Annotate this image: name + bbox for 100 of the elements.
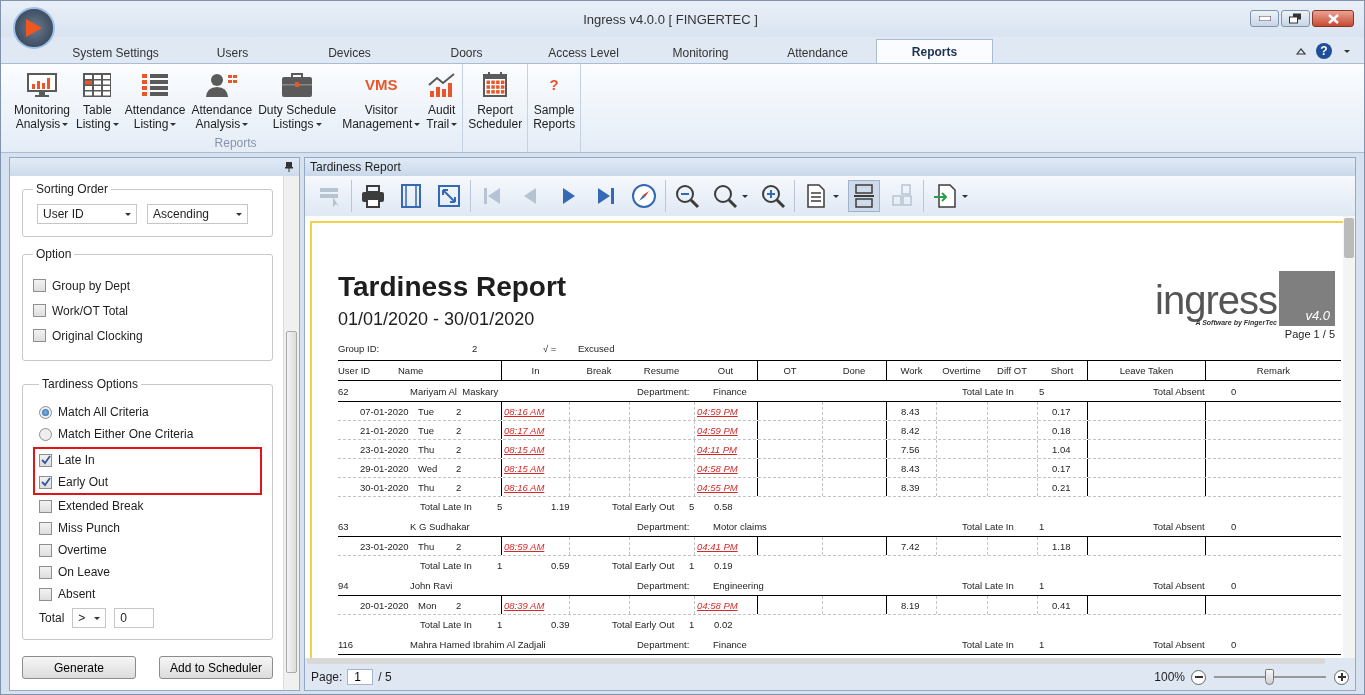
group-cell-text: 2 <box>455 539 463 554</box>
report-title: Tardiness Report <box>338 271 567 303</box>
total-late-value: 1 <box>1039 520 1046 532</box>
ribbon-tab[interactable]: Users <box>174 41 291 63</box>
clock-out-time: 04:59 PM <box>697 424 738 436</box>
checkbox[interactable] <box>33 279 46 292</box>
monitor-chart-icon <box>26 72 58 98</box>
sort-field-dropdown[interactable]: User ID <box>37 204 137 224</box>
zoom-out-icon <box>674 183 700 209</box>
radio-button[interactable] <box>39 427 52 441</box>
total-absent-label: Total Absent <box>1153 638 1206 650</box>
page-label: Page: <box>311 670 343 684</box>
checkbox[interactable] <box>39 543 52 557</box>
pin-icon[interactable] <box>285 162 293 172</box>
column-header: Done <box>841 364 867 378</box>
caret-icon[interactable] <box>1344 49 1350 53</box>
toolbar-button[interactable] <box>848 180 880 212</box>
operator-dropdown[interactable]: > <box>72 608 107 628</box>
late-count: 5 <box>497 501 504 512</box>
total-absent-label: Total Absent <box>1153 385 1206 397</box>
page-number-field[interactable]: 1 <box>347 669 374 685</box>
ribbon-button[interactable]: VMS Visitor Management <box>339 64 424 136</box>
ribbon-tab[interactable]: Doors <box>408 41 525 63</box>
collapse-ribbon-icon[interactable] <box>1296 47 1306 55</box>
early-hours: 0.19 <box>714 560 734 571</box>
logo-icon: VMS <box>364 78 398 92</box>
ribbon-tab[interactable]: System Settings <box>57 41 174 63</box>
date-cell-text: 07-01-2020 <box>359 404 410 419</box>
user-id: 116 <box>338 638 355 650</box>
late-hours: 1.19 <box>551 501 571 512</box>
ribbon-button[interactable]: Monitoring Analysis <box>11 64 74 136</box>
horizontal-scrollbar[interactable] <box>307 658 1325 664</box>
sort-direction-dropdown[interactable]: Ascending <box>147 204 248 224</box>
slider-thumb[interactable] <box>1265 669 1274 685</box>
scrollbar[interactable] <box>283 176 299 690</box>
late-count: 1 <box>497 560 504 571</box>
clock-out-time: 04:55 PM <box>697 481 738 493</box>
minus-icon <box>1194 676 1203 678</box>
section-title: Tardiness Options <box>41 377 140 391</box>
clock-in-time: 08:39 AM <box>504 599 545 611</box>
employee-name: Mahra Hamed Ibrahim Al Zadjali <box>410 638 547 650</box>
logo-icon: ? <box>549 78 559 92</box>
department-name: Motor claims <box>713 520 768 532</box>
plus-icon <box>1337 673 1346 681</box>
chart-trend-icon <box>427 73 456 97</box>
work-hours: 8.43 <box>901 462 920 474</box>
checkbox[interactable] <box>39 565 52 579</box>
zoom-percent: 100% <box>1154 670 1185 684</box>
employee-name: John Ravi <box>410 579 454 591</box>
total-late-label: Total Late In <box>420 560 473 571</box>
ribbon-tab[interactable]: Reports <box>876 39 993 63</box>
column-header: Work <box>886 361 936 380</box>
restore-button[interactable] <box>1281 10 1310 27</box>
ribbon-button[interactable]: Report Scheduler <box>465 64 526 136</box>
close-icon <box>1327 13 1339 24</box>
group-id-label: Group ID: <box>338 342 381 354</box>
checkbox[interactable] <box>33 329 46 342</box>
checkbox[interactable] <box>33 304 46 317</box>
ribbon-button[interactable]: ? Sample Reports <box>530 64 579 136</box>
radio-button[interactable] <box>39 405 52 419</box>
short-hours: 0.41 <box>1052 599 1071 611</box>
ribbon-tab[interactable]: Monitoring <box>642 41 759 63</box>
action-button[interactable]: Generate <box>22 656 136 679</box>
ribbon-tab[interactable]: Attendance <box>759 41 876 63</box>
group-cell-text: 2 <box>455 442 463 457</box>
column-header: Resume <box>642 364 681 378</box>
work-hours: 8.42 <box>901 424 920 436</box>
short-hours: 0.18 <box>1052 424 1071 436</box>
checkbox[interactable] <box>39 499 52 513</box>
column-header: Break <box>585 364 613 378</box>
checkbox-label: Original Clocking <box>52 328 143 343</box>
zoom-in-button[interactable] <box>1334 669 1349 685</box>
column-header: Name <box>398 364 425 378</box>
scrollbar[interactable] <box>1343 216 1355 658</box>
department-label: Department: <box>637 385 691 397</box>
checkbox[interactable] <box>39 521 52 535</box>
radio-label: Match All Criteria <box>58 405 149 419</box>
help-button[interactable]: ? <box>1316 43 1332 59</box>
checkbox[interactable] <box>39 587 52 601</box>
checkbox[interactable] <box>39 475 52 489</box>
ribbon-tab[interactable]: Devices <box>291 41 408 63</box>
page-total: / 5 <box>378 670 392 684</box>
action-button[interactable]: Add to Scheduler <box>159 656 273 679</box>
ribbon-button[interactable]: Audit Trail <box>423 64 461 136</box>
export-icon <box>932 183 958 209</box>
ribbon-tab[interactable]: Access Level <box>525 41 642 63</box>
zoom-out-button[interactable] <box>1191 669 1206 685</box>
checkbox[interactable] <box>39 453 52 467</box>
ribbon-button[interactable]: Table Listing <box>73 64 122 136</box>
section-title: Option <box>35 247 73 261</box>
ribbon-button[interactable]: Attendance Listing <box>121 64 189 136</box>
user-id: 62 <box>338 385 350 397</box>
user-id: 94 <box>338 579 350 591</box>
group-cell-text: 2 <box>455 423 463 438</box>
close-button[interactable] <box>1312 10 1354 27</box>
ribbon-button[interactable]: Duty Schedule Listings <box>255 64 340 136</box>
version-badge: v4.0 <box>1279 271 1335 326</box>
total-input[interactable]: 0 <box>114 608 155 628</box>
zoom-in-icon <box>760 183 786 209</box>
ribbon-button[interactable]: Attendance Analysis <box>188 64 256 136</box>
